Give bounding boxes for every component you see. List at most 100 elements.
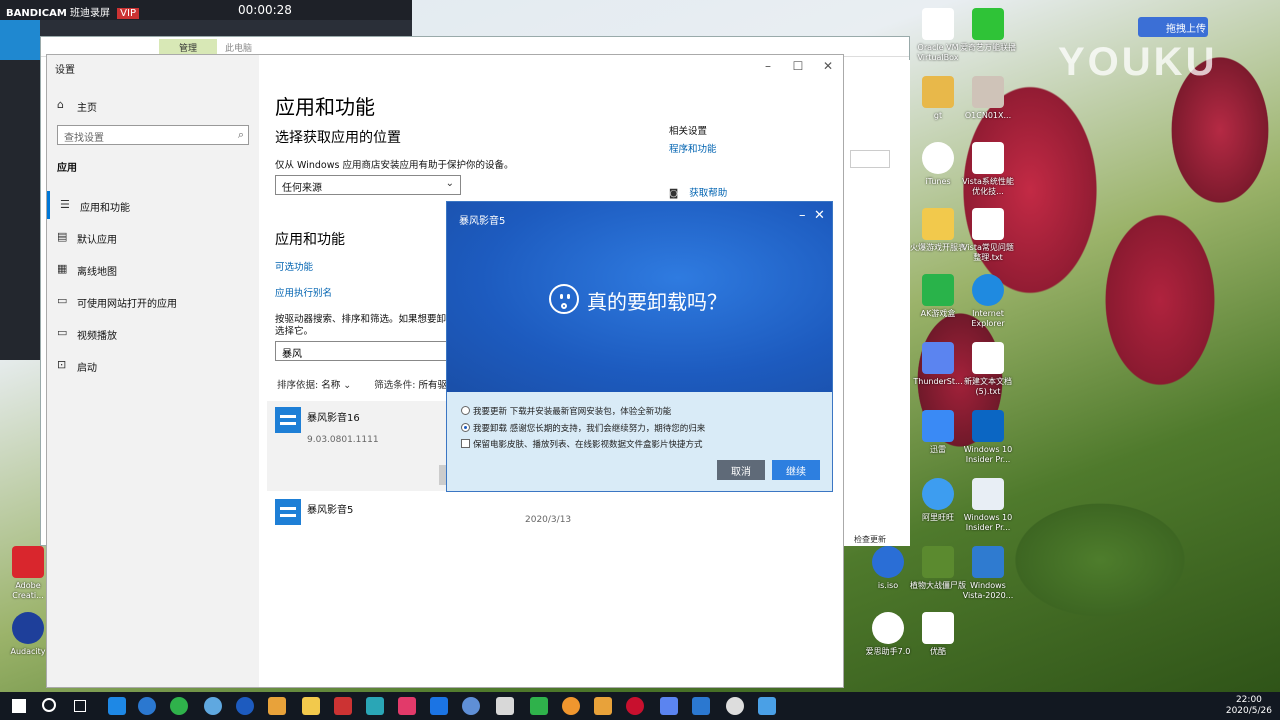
- app-item-baofeng5[interactable]: 暴风影音5 2020/3/13: [267, 493, 687, 533]
- option-keep-data[interactable]: 保留电影皮肤、播放列表、在线影视数据文件盒影片快捷方式: [461, 438, 703, 450]
- help-icon: ◙: [669, 188, 679, 199]
- desktop-icon-win10-insider-2[interactable]: Windows 10 Insider Pr...: [960, 478, 1016, 533]
- taskbar-app7-icon[interactable]: [692, 697, 710, 715]
- start-windows-icon[interactable]: [12, 699, 26, 713]
- keep-data-checkbox[interactable]: [461, 439, 470, 448]
- app-source-dropdown[interactable]: 任何来源 ⌄: [275, 175, 461, 195]
- dialog-header: 暴风影音5 – ✕ 真的要卸载吗？: [447, 202, 832, 392]
- bandicam-titlebar: BANDICAM 班迪录屏 VIP 00:00:28: [0, 0, 412, 20]
- taskbar-app4-icon[interactable]: [562, 697, 580, 715]
- nav-home[interactable]: ⌂ 主页: [47, 91, 259, 119]
- cancel-button[interactable]: 取消: [717, 460, 765, 480]
- taskbar-media-icon[interactable]: [268, 697, 286, 715]
- get-help-link[interactable]: ◙ 获取帮助: [669, 185, 727, 199]
- taskbar: 22:00 2020/5/26: [0, 692, 1280, 720]
- youku-upload-button[interactable]: 拖拽上传: [1138, 17, 1208, 37]
- desktop-icon-image[interactable]: O1CN01X...: [960, 76, 1016, 121]
- vip-badge: VIP: [117, 8, 139, 19]
- explorer-search-box[interactable]: [850, 150, 890, 168]
- check-update-label[interactable]: 检查更新: [854, 534, 886, 545]
- search-circle-icon[interactable]: [42, 698, 56, 712]
- explorer-right-pane: 检查更新: [844, 60, 910, 546]
- option-uninstall[interactable]: 我要卸载 感谢您长期的支持，我们会继续努力，期待您的归来: [461, 422, 705, 434]
- nav-default-apps[interactable]: ▤ 默认应用: [47, 223, 259, 251]
- desktop-icon-aliwangwang[interactable]: 阿里旺旺: [910, 478, 966, 523]
- desktop-icon-win10-insider-1[interactable]: Windows 10 Insider Pr...: [960, 410, 1016, 465]
- filter-dropdown[interactable]: 所有驱: [418, 380, 447, 391]
- taskbar-youku-icon[interactable]: [398, 697, 416, 715]
- desktop-icon-gt[interactable]: gt: [910, 76, 966, 121]
- taskbar-aisi-icon[interactable]: [430, 697, 448, 715]
- settings-search-input[interactable]: 查找设置 ⌕: [57, 125, 249, 145]
- desktop-icon-vista-faq[interactable]: Vista常见问题整理.txt: [960, 208, 1016, 263]
- desktop-icon-is-iso[interactable]: is.iso: [860, 546, 916, 591]
- desktop-icon-virtualbox[interactable]: Oracle VM VirtualBox: [910, 8, 966, 63]
- default-apps-icon: ▤: [57, 230, 68, 243]
- search-icon: ⌕: [237, 128, 244, 141]
- settings-sidebar: 设置 ⌂ 主页 查找设置 ⌕ 应用 ☰ 应用和功能 ▤ 默认应用 ▦ 离线地图 …: [47, 55, 259, 687]
- taskbar-360-icon[interactable]: [170, 697, 188, 715]
- taskbar-app3-icon[interactable]: [496, 697, 514, 715]
- nav-startup[interactable]: ⊡ 启动: [47, 351, 259, 379]
- taskbar-folder-icon[interactable]: [302, 697, 320, 715]
- desktop-icon-thunder-store[interactable]: ThunderSt...: [910, 342, 966, 387]
- desktop-icon-game-server[interactable]: 火爆游戏开服表: [910, 208, 966, 253]
- taskbar-app6-icon[interactable]: [626, 697, 644, 715]
- home-icon: ⌂: [57, 98, 64, 111]
- dialog-title: 暴风影音5: [459, 216, 506, 227]
- desktop-icon-vista-2020[interactable]: Windows Vista-2020...: [960, 546, 1016, 601]
- this-pc-title: 此电脑: [225, 44, 253, 54]
- desktop-icon-xunlei[interactable]: 迅雷: [910, 410, 966, 455]
- taskbar-app-icon[interactable]: [334, 697, 352, 715]
- desktop-icon-internet-explorer[interactable]: Internet Explorer: [960, 274, 1016, 329]
- taskbar-app2-icon[interactable]: [462, 697, 480, 715]
- dialog-close-icon[interactable]: ✕: [814, 208, 825, 223]
- update-radio[interactable]: [461, 406, 470, 415]
- desktop-icon-ak-game[interactable]: AK游戏盒: [910, 274, 966, 319]
- taskbar-tool-icon[interactable]: [366, 697, 384, 715]
- app-search-input[interactable]: 暴风: [275, 341, 475, 361]
- taskbar-thunder-icon[interactable]: [660, 697, 678, 715]
- uninstall-radio[interactable]: [461, 423, 470, 432]
- optional-features-link[interactable]: 可选功能: [275, 259, 313, 273]
- desktop-icon-text-doc[interactable]: 新建文本文档(5).txt: [960, 342, 1016, 397]
- nav-apps-for-websites[interactable]: ▭ 可使用网站打开的应用: [47, 287, 259, 315]
- desktop-icon-vista-doc[interactable]: Vista系统性能优化技...: [960, 142, 1016, 197]
- manage-tab[interactable]: 管理: [159, 39, 217, 55]
- app-version: 9.03.0801.1111: [307, 435, 379, 445]
- taskbar-edge-icon[interactable]: [138, 697, 156, 715]
- taskbar-ccleaner-icon[interactable]: [236, 697, 254, 715]
- nav-apps-features[interactable]: ☰ 应用和功能: [47, 191, 259, 219]
- option-update[interactable]: 我要更新 下载并安装最新官网安装包，体验全新功能: [461, 405, 671, 417]
- desktop-icon-iqiyi[interactable]: 爱奇艺万能联播: [960, 8, 1016, 53]
- desktop-icon-pvz[interactable]: 植物大战僵尸版: [910, 546, 966, 591]
- location-heading: 选择获取应用的位置: [275, 130, 401, 146]
- sort-dropdown[interactable]: 名称: [321, 380, 340, 391]
- desktop-icon-aisi[interactable]: 爱思助手7.0: [860, 612, 916, 657]
- programs-features-link[interactable]: 程序和功能: [669, 141, 717, 155]
- nav-video-playback[interactable]: ▭ 视频播放: [47, 319, 259, 347]
- nav-offline-maps[interactable]: ▦ 离线地图: [47, 255, 259, 283]
- taskbar-clock[interactable]: 22:00 2020/5/26: [1226, 695, 1272, 717]
- continue-button[interactable]: 继续: [772, 460, 820, 480]
- taskbar-browser-icon[interactable]: [204, 697, 222, 715]
- baofeng-icon: [275, 499, 301, 525]
- taskbar-settings-icon[interactable]: [726, 697, 744, 715]
- desktop-icon-itunes[interactable]: iTunes: [910, 142, 966, 187]
- taskbar-iqiyi-icon[interactable]: [530, 697, 548, 715]
- taskbar-app5-icon[interactable]: [594, 697, 612, 715]
- taskbar-baofeng-icon[interactable]: [758, 697, 776, 715]
- task-view-icon[interactable]: [74, 700, 86, 712]
- desktop-icon-youku[interactable]: 优酷: [910, 612, 966, 657]
- taskbar-app-bandicam-icon[interactable]: [108, 697, 126, 715]
- app-aliases-link[interactable]: 应用执行别名: [275, 285, 332, 299]
- search-description-2: 选择它。: [275, 326, 314, 337]
- record-timer: 00:00:28: [238, 3, 292, 17]
- dialog-minimize-icon[interactable]: –: [799, 208, 806, 223]
- screen-mode-icon[interactable]: [0, 20, 40, 60]
- install-date: 2020/3/13: [525, 515, 572, 525]
- baofeng-icon: [275, 407, 301, 433]
- startup-icon: ⊡: [57, 358, 67, 371]
- sort-filter-row: 排序依据: 名称 ⌄ 筛选条件: 所有驱: [277, 380, 447, 391]
- website-icon: ▭: [57, 294, 68, 307]
